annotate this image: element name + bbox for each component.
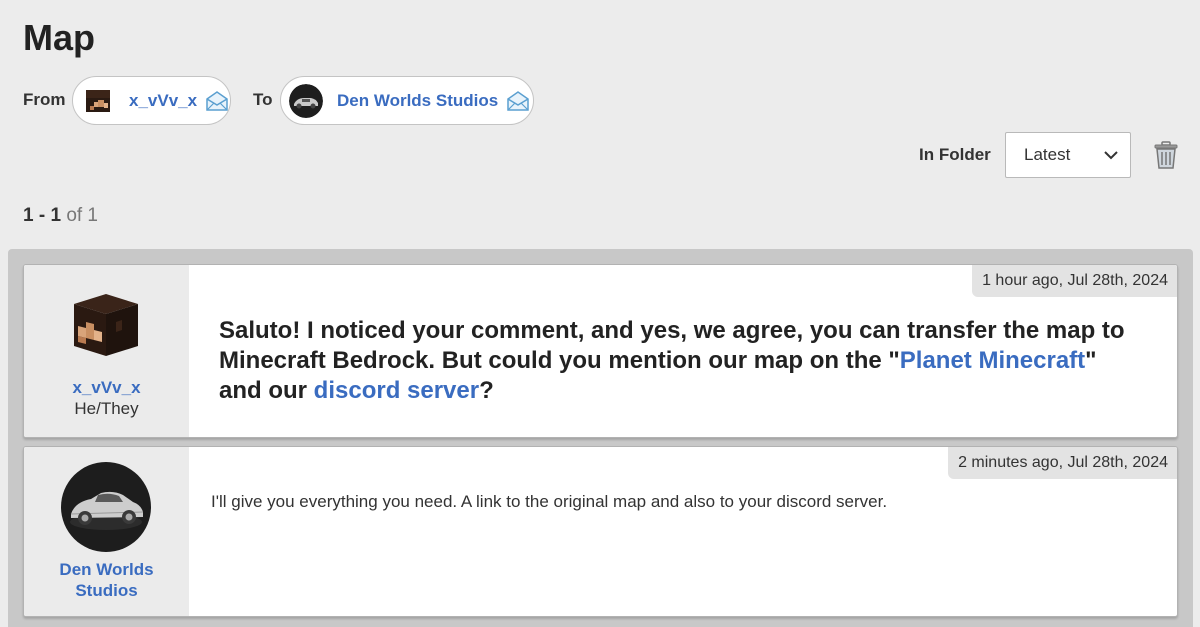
to-label: To xyxy=(253,90,273,109)
folder-selected-value: Latest xyxy=(1024,145,1071,164)
page-title: Map xyxy=(23,17,95,58)
author-name-line2[interactable]: Studios xyxy=(24,580,189,601)
message-item: x_vVv_x He/They 1 hour ago, Jul 28th, 20… xyxy=(23,264,1178,438)
author-name-line1[interactable]: Den Worlds xyxy=(24,559,189,580)
to-user-avatar xyxy=(289,83,323,118)
pagination-range: 1 - 1 xyxy=(23,205,62,226)
from-user-name[interactable]: x_vVv_x xyxy=(129,91,197,111)
envelope-icon[interactable] xyxy=(506,88,530,114)
author-name[interactable]: x_vVv_x xyxy=(24,377,189,398)
from-label: From xyxy=(23,90,66,109)
folder-select[interactable]: Latest xyxy=(1005,132,1131,178)
message-item: Den Worlds Studios 2 minutes ago, Jul 28… xyxy=(23,446,1178,617)
from-user-avatar xyxy=(81,83,115,118)
envelope-icon[interactable] xyxy=(205,88,229,114)
to-user-pill[interactable]: Den Worlds Studios xyxy=(280,76,534,125)
to-user-name[interactable]: Den Worlds Studios xyxy=(337,91,498,111)
message-timestamp: 1 hour ago, Jul 28th, 2024 xyxy=(972,265,1177,297)
chevron-down-icon xyxy=(1104,145,1118,165)
author-avatar[interactable] xyxy=(72,292,140,360)
trash-icon[interactable] xyxy=(1153,141,1179,169)
author-pronouns: He/They xyxy=(74,399,139,418)
message-timestamp: 2 minutes ago, Jul 28th, 2024 xyxy=(948,447,1177,479)
pagination-count: 1 - 1 of 1 xyxy=(23,205,98,227)
from-user-pill[interactable]: x_vVv_x xyxy=(72,76,231,125)
pagination-total: of 1 xyxy=(66,205,99,226)
message-body: I'll give you everything you need. A lin… xyxy=(211,492,888,511)
message-author-panel: x_vVv_x He/They xyxy=(24,265,189,437)
message-author-panel: Den Worlds Studios xyxy=(24,447,189,616)
message-body: Saluto! I noticed your comment, and yes,… xyxy=(219,316,1139,406)
author-avatar[interactable] xyxy=(61,462,151,552)
discord-server-link[interactable]: discord server xyxy=(314,377,479,404)
folder-label: In Folder xyxy=(919,145,991,164)
message-text: ? xyxy=(479,377,494,404)
planet-minecraft-link[interactable]: Planet Minecraft xyxy=(900,347,1085,374)
